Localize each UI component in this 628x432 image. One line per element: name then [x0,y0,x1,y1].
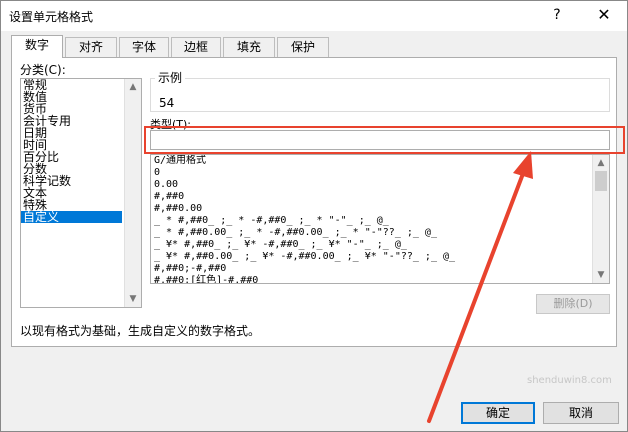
format-cells-dialog: 设置单元格格式 ? ✕ 数字 对齐 字体 边框 填充 保护 分类(C): 常规 … [0,0,628,432]
tab-number[interactable]: 数字 [11,35,63,58]
annotation-arrow [427,151,533,423]
